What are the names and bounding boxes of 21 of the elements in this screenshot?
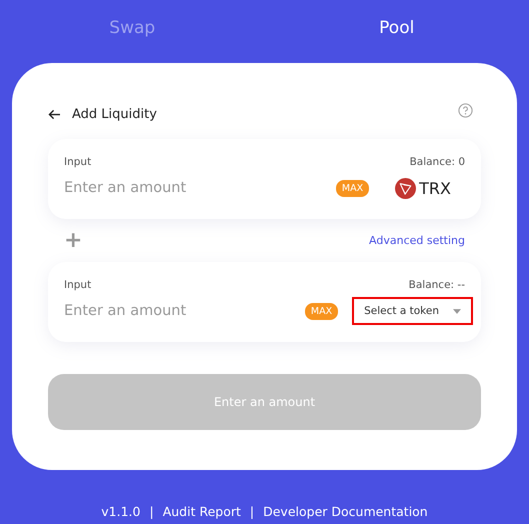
footer-link[interactable]: Audit Report — [162, 504, 241, 519]
input-label: Input — [64, 279, 92, 291]
help-icon[interactable] — [458, 102, 473, 118]
nav-tab[interactable]: Pool — [264, 12, 529, 44]
amount-input[interactable]: Enter an amount — [64, 303, 305, 319]
back-arrow-icon[interactable] — [48, 108, 61, 120]
separator: | — [250, 504, 254, 519]
balance-text: Balance: -- — [408, 279, 465, 291]
balance-text: Balance: 0 — [410, 156, 465, 168]
input-label: Input — [64, 156, 92, 168]
token-logo-icon — [395, 178, 416, 198]
caret-icon — [453, 308, 461, 314]
token-select[interactable]: Select a token — [364, 303, 461, 319]
plus-icon: + — [64, 228, 82, 253]
page-title: Add Liquidity — [72, 106, 158, 122]
advanced-setting-link[interactable]: Advanced setting — [369, 234, 465, 247]
amount-input[interactable]: Enter an amount — [64, 180, 336, 196]
token-symbol: TRX — [419, 178, 451, 198]
separator: | — [149, 504, 154, 519]
footer-link[interactable]: Developer Documentation — [263, 504, 428, 519]
version-text: v1.1.0 — [101, 504, 140, 519]
